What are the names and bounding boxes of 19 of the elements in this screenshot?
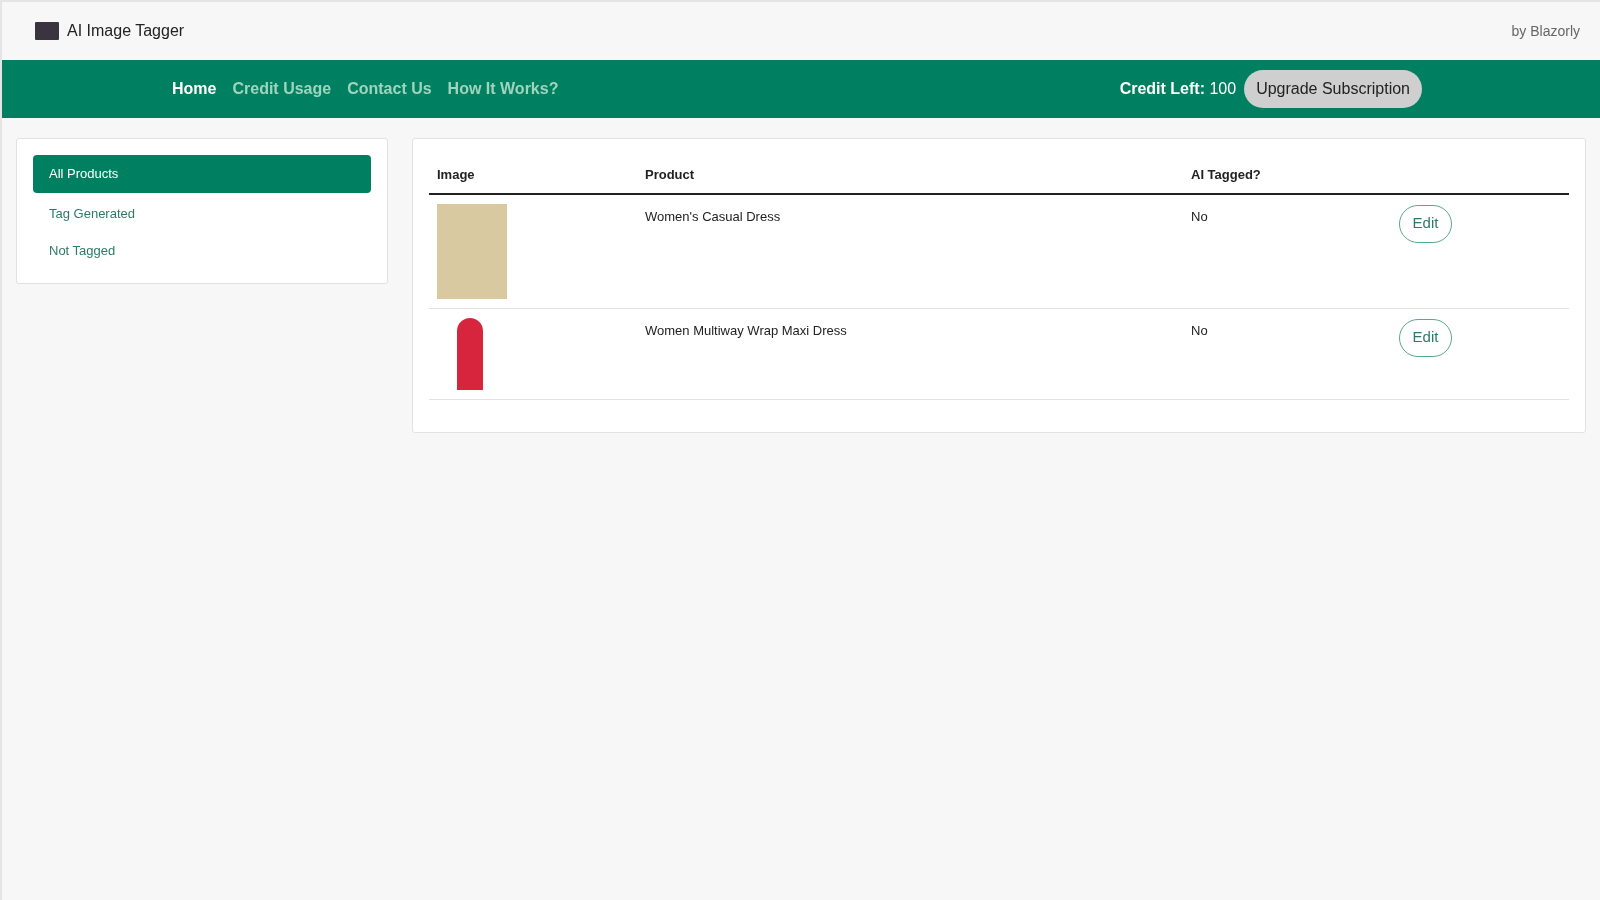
nav-link[interactable]: Contact Us	[347, 77, 432, 101]
nav-link[interactable]: How It Works?	[447, 77, 559, 101]
logo-icon	[35, 22, 59, 40]
ai-tagged-value: No	[1191, 322, 1208, 338]
column-header: Product	[637, 157, 1183, 194]
sidebar-item[interactable]: All Products	[33, 155, 371, 193]
app-title: AI Image Tagger	[67, 21, 185, 41]
nav-link[interactable]: Credit Usage	[232, 77, 332, 101]
ai-tagged-value: No	[1191, 208, 1208, 224]
product-name: Women's Casual Dress	[645, 208, 781, 224]
column-header: Image	[429, 157, 637, 194]
credit-label: Credit Left: 100	[1119, 79, 1237, 99]
byline: by Blazorly	[1511, 21, 1580, 41]
sidebar-item[interactable]: Tag Generated	[33, 197, 371, 230]
sidebar-item[interactable]: Not Tagged	[33, 234, 371, 267]
product-name: Women Multiway Wrap Maxi Dress	[645, 322, 847, 338]
column-header: AI Tagged?	[1183, 157, 1391, 194]
nav-link[interactable]: Home	[172, 77, 217, 101]
upgrade-subscription-button[interactable]: Upgrade Subscription	[1244, 70, 1422, 108]
